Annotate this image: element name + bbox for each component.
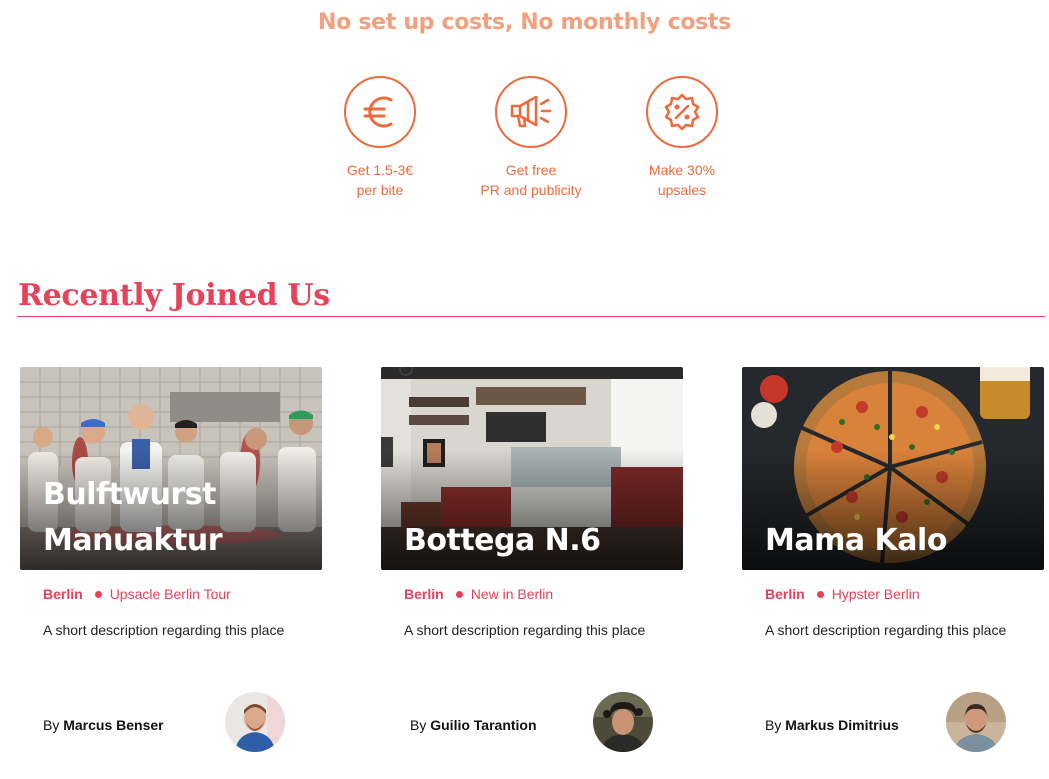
venue-description: A short description regarding this place <box>404 622 646 638</box>
percent-badge-icon <box>646 76 718 148</box>
venue-tag[interactable]: New in Berlin <box>471 586 553 602</box>
venue-tag[interactable]: Upsacle Berlin Tour <box>110 586 231 602</box>
venue-name[interactable]: Mama Kalo <box>765 518 1025 564</box>
venue-city: Berlin <box>404 586 444 602</box>
author-name[interactable]: Markus Dimitrius <box>785 717 899 733</box>
benefit-publicity: Get free PR and publicity <box>451 76 611 200</box>
venue-photo: Bulftwurst Manuaktur <box>20 367 322 570</box>
venue-photo: Mama Kalo <box>742 367 1044 570</box>
benefit-per-bite: Get 1.5-3€ per bite <box>300 76 460 200</box>
benefit-label: Get free PR and publicity <box>480 162 582 198</box>
avatar[interactable] <box>946 692 1006 752</box>
venue-description: A short description regarding this place <box>765 622 1007 638</box>
venue-author: By Guilio Tarantion <box>410 717 537 733</box>
venue-city: Berlin <box>765 586 805 602</box>
benefit-label: Make 30% upsales <box>648 162 716 198</box>
megaphone-icon <box>495 76 567 148</box>
author-name[interactable]: Marcus Benser <box>63 717 163 733</box>
benefit-upsales: Make 30% upsales <box>602 76 762 200</box>
section-divider <box>17 316 1045 317</box>
venue-tag[interactable]: Hypster Berlin <box>832 586 920 602</box>
venue-photo: Bottega N.6 <box>381 367 683 570</box>
author-prefix: By <box>410 717 427 733</box>
venue-name[interactable]: Bottega N.6 <box>404 518 664 564</box>
venue-author: By Markus Dimitrius <box>765 717 899 733</box>
venue-meta: Berlin Upsacle Berlin Tour <box>43 586 231 602</box>
section-title: Recently Joined Us <box>18 278 330 313</box>
separator-dot <box>455 590 463 598</box>
venue-name[interactable]: Bulftwurst Manuaktur <box>43 472 303 564</box>
venue-city: Berlin <box>43 586 83 602</box>
venue-card-mama-kalo[interactable]: Mama Kalo Berlin Hypster Berlin A short … <box>742 367 1044 752</box>
benefit-label: Get 1.5-3€ per bite <box>346 162 414 198</box>
euro-icon <box>344 76 416 148</box>
author-prefix: By <box>765 717 782 733</box>
author-name[interactable]: Guilio Tarantion <box>430 717 536 733</box>
hero-title: No set up costs, No monthly costs <box>318 10 731 35</box>
avatar[interactable] <box>225 692 285 752</box>
avatar[interactable] <box>593 692 653 752</box>
author-prefix: By <box>43 717 60 733</box>
venue-card-bottega[interactable]: Bottega N.6 Berlin New in Berlin A short… <box>381 367 683 752</box>
separator-dot <box>816 590 824 598</box>
venue-card-bulftwurst[interactable]: Bulftwurst Manuaktur Berlin Upsacle Berl… <box>20 367 322 752</box>
venue-meta: Berlin Hypster Berlin <box>765 586 920 602</box>
venue-description: A short description regarding this place <box>43 622 285 638</box>
venue-meta: Berlin New in Berlin <box>404 586 553 602</box>
separator-dot <box>94 590 102 598</box>
venue-author: By Marcus Benser <box>43 717 164 733</box>
